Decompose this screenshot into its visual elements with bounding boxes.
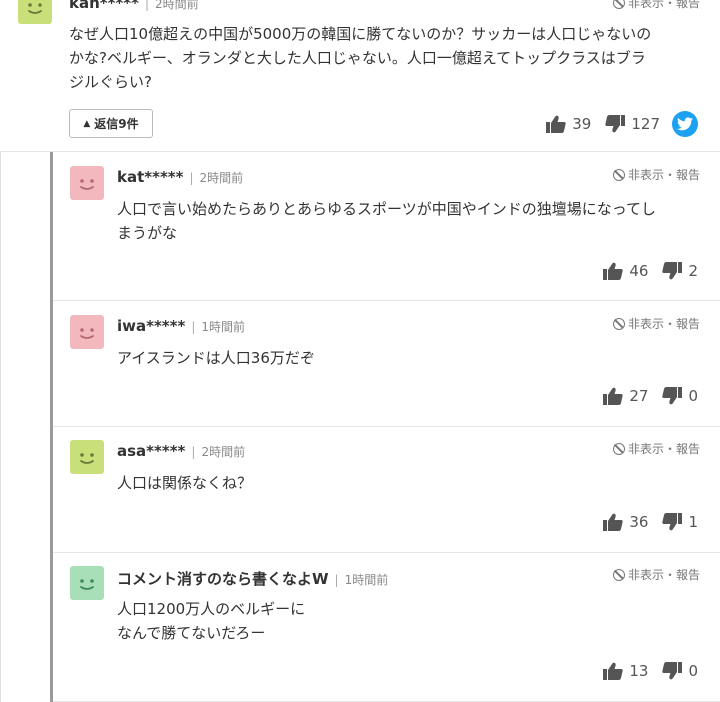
timestamp: 1時間前 xyxy=(201,320,246,334)
dislike-count: 127 xyxy=(631,115,660,133)
username[interactable]: kan***** xyxy=(69,0,139,12)
separator: | xyxy=(334,573,339,587)
timestamp: 2時間前 xyxy=(155,0,199,11)
separator: | xyxy=(191,320,196,334)
hide-report-link[interactable]: 非表示・報告 xyxy=(612,566,700,583)
like-count: 36 xyxy=(629,513,649,531)
divider xyxy=(0,152,1,702)
thumbs-down-icon[interactable] xyxy=(605,115,626,133)
hide-report-label: 非表示・報告 xyxy=(627,168,700,182)
thumbs-down-icon[interactable] xyxy=(662,387,683,405)
thumbs-down-icon[interactable] xyxy=(662,513,683,531)
comment-author[interactable]: コメント消すのなら書くなよW | 1時間前 xyxy=(117,568,388,589)
comment-author[interactable]: kan***** | 2時間前 xyxy=(69,0,199,12)
thumbs-up-icon[interactable] xyxy=(603,513,624,531)
avatar[interactable] xyxy=(70,166,104,200)
comment-text-line: 人口は関係なくね？ xyxy=(117,474,253,492)
comment-text-line: かな?ベルギー、オランダと大した人口じゃない。人口一億超えてトップクラスはブラ xyxy=(69,49,646,67)
username[interactable]: コメント消すのなら書くなよW xyxy=(117,570,329,588)
vote-bar: 13 0 xyxy=(603,662,698,680)
thumbs-up-icon[interactable] xyxy=(546,115,566,133)
separator: | xyxy=(191,445,196,459)
show-replies-button[interactable]: ▲ 返信9件 xyxy=(69,109,153,138)
comment-body: 人口は関係なくね？ xyxy=(117,471,707,495)
smiley-avatar-icon xyxy=(28,3,42,14)
hide-report-link[interactable]: 非表示・報告 xyxy=(612,166,700,183)
like-count: 13 xyxy=(629,662,649,680)
triangle-up-icon: ▲ xyxy=(83,118,91,129)
twitter-share-button[interactable] xyxy=(672,111,698,137)
parent-comment: kan***** | 2時間前 非表示・報告 なぜ人口10億超えの中国が5000万の… xyxy=(0,0,720,152)
hide-report-link[interactable]: 非表示・報告 xyxy=(612,315,700,332)
dislike-count: 1 xyxy=(688,513,698,531)
smiley-avatar-icon xyxy=(80,179,94,190)
like-count: 27 xyxy=(629,387,649,405)
thumbs-up-icon[interactable] xyxy=(603,387,624,405)
vote-bar: 36 1 xyxy=(603,513,698,531)
comment-text-line: 人口1200万人のベルギーに xyxy=(117,600,306,618)
comment-text-line: なぜ人口10億超えの中国が5000万の韓国に勝てないのか？サッカーは人口じゃない… xyxy=(69,25,652,43)
hide-report-label: 非表示・報告 xyxy=(627,317,700,331)
hide-report-label: 非表示・報告 xyxy=(627,0,700,10)
like-count: 46 xyxy=(629,262,649,280)
comment-text-line: 人口で言い始めたらありとあらゆるスポーツが中国やインドの独壇場になってし xyxy=(117,200,656,218)
timestamp: 2時間前 xyxy=(201,445,246,459)
ban-icon xyxy=(612,443,625,455)
ban-icon xyxy=(612,0,625,9)
comment-text-line: なんで勝てないだろー xyxy=(117,624,266,642)
thumbs-down-icon[interactable] xyxy=(662,262,683,280)
thumbs-down-icon[interactable] xyxy=(662,662,683,680)
thumbs-up-icon[interactable] xyxy=(603,262,624,280)
dislike-count: 0 xyxy=(688,662,698,680)
comment-text-line: ジルぐらい? xyxy=(69,73,152,91)
timestamp: 1時間前 xyxy=(344,573,389,587)
reply-comment: asa***** | 2時間前 非表示・報告 人口は関係なくね？ 36 1 xyxy=(53,427,720,553)
vote-bar: 46 2 xyxy=(603,262,698,280)
avatar[interactable] xyxy=(70,315,104,349)
reply-comment: iwa***** | 1時間前 非表示・報告 アイスランドは人口36万だぞ 27 0 xyxy=(53,301,720,427)
dislike-count: 2 xyxy=(688,262,698,280)
thumbs-up-icon[interactable] xyxy=(603,662,624,680)
dislike-count: 0 xyxy=(688,387,698,405)
twitter-icon xyxy=(677,117,693,131)
avatar[interactable] xyxy=(18,0,52,24)
ban-icon xyxy=(612,169,625,181)
reply-comment: コメント消すのなら書くなよW | 1時間前 非表示・報告 人口1200万人のベルギー… xyxy=(53,553,720,702)
separator: | xyxy=(189,171,194,185)
reply-count-label: 返信9件 xyxy=(94,117,139,131)
smiley-avatar-icon xyxy=(80,453,94,464)
username[interactable]: iwa***** xyxy=(117,317,185,335)
comment-body: アイスランドは人口36万だぞ xyxy=(117,346,707,370)
vote-bar: 39 127 xyxy=(546,111,698,137)
smiley-avatar-icon xyxy=(80,328,94,339)
comment-body: なぜ人口10億超えの中国が5000万の韓国に勝てないのか？サッカーは人口じゃない… xyxy=(69,22,709,94)
avatar[interactable] xyxy=(70,566,104,600)
hide-report-label: 非表示・報告 xyxy=(627,442,700,456)
reply-comment: kat***** | 2時間前 非表示・報告 人口で言い始めたらありとあらゆるスポー… xyxy=(53,152,720,301)
avatar[interactable] xyxy=(70,440,104,474)
like-count: 39 xyxy=(572,115,592,133)
comment-author[interactable]: kat***** | 2時間前 xyxy=(117,168,243,186)
separator: | xyxy=(145,0,150,11)
vote-bar: 27 0 xyxy=(603,387,698,405)
comment-body: 人口1200万人のベルギーに なんで勝てないだろー xyxy=(117,597,707,645)
ban-icon xyxy=(612,318,625,330)
hide-report-link[interactable]: 非表示・報告 xyxy=(612,440,700,457)
comment-text-line: アイスランドは人口36万だぞ xyxy=(117,349,315,367)
comment-body: 人口で言い始めたらありとあらゆるスポーツが中国やインドの独壇場になってし まうが… xyxy=(117,197,707,245)
ban-icon xyxy=(612,569,625,581)
hide-report-label: 非表示・報告 xyxy=(627,568,700,582)
comment-author[interactable]: iwa***** | 1時間前 xyxy=(117,317,245,335)
comment-text-line: まうがな xyxy=(117,224,178,242)
username[interactable]: kat***** xyxy=(117,168,184,186)
timestamp: 2時間前 xyxy=(199,171,244,185)
smiley-avatar-icon xyxy=(80,579,94,590)
username[interactable]: asa***** xyxy=(117,442,185,460)
hide-report-link[interactable]: 非表示・報告 xyxy=(612,0,700,11)
comment-author[interactable]: asa***** | 2時間前 xyxy=(117,442,245,460)
